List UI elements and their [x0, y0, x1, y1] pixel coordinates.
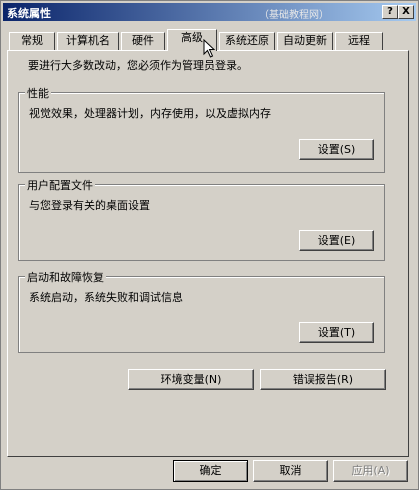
tab-automatic-updates[interactable]: 自动更新	[277, 32, 333, 50]
tab-computer-name[interactable]: 计算机名	[57, 32, 119, 50]
help-button[interactable]: ?	[382, 5, 398, 19]
error-reporting-button[interactable]: 错误报告(R)	[260, 369, 386, 390]
performance-settings-button[interactable]: 设置(S)	[299, 139, 374, 160]
tab-hardware[interactable]: 硬件	[121, 32, 165, 50]
mouse-cursor-icon	[203, 39, 216, 58]
apply-button[interactable]: 应用(A)	[333, 460, 408, 482]
system-properties-window: 系统属性 （基础教程网） ? X 常规 计算机名 硬件 高级 系统还原 自动更新…	[0, 0, 419, 490]
watermark-text: （基础教程网）	[259, 10, 329, 21]
title-bar[interactable]: 系统属性 （基础教程网） ? X	[3, 3, 416, 21]
window-title: 系统属性	[7, 7, 51, 20]
user-profiles-description: 与您登录有关的桌面设置	[29, 199, 150, 212]
performance-description: 视觉效果，处理器计划，内存使用，以及虚拟内存	[29, 107, 271, 120]
cancel-button[interactable]: 取消	[253, 460, 328, 482]
performance-legend: 性能	[25, 85, 51, 101]
startup-recovery-description: 系统启动，系统失败和调试信息	[29, 291, 183, 304]
tab-remote[interactable]: 远程	[335, 32, 383, 50]
ok-button[interactable]: 确定	[173, 460, 248, 482]
user-profiles-settings-button[interactable]: 设置(E)	[299, 230, 374, 251]
close-button[interactable]: X	[398, 5, 414, 19]
performance-group: 性能 视觉效果，处理器计划，内存使用，以及虚拟内存 设置(S)	[18, 85, 385, 173]
admin-note: 要进行大多数改动，您必须作为管理员登录。	[28, 59, 248, 72]
tab-system-restore[interactable]: 系统还原	[219, 32, 275, 50]
user-profiles-group: 用户配置文件 与您登录有关的桌面设置 设置(E)	[18, 177, 385, 261]
user-profiles-legend: 用户配置文件	[25, 177, 95, 193]
startup-recovery-legend: 启动和故障恢复	[25, 269, 106, 285]
startup-recovery-settings-button[interactable]: 设置(T)	[299, 322, 374, 343]
advanced-tab-panel: 要进行大多数改动，您必须作为管理员登录。 性能 视觉效果，处理器计划，内存使用，…	[7, 50, 409, 457]
tab-general[interactable]: 常规	[9, 32, 55, 50]
environment-variables-button[interactable]: 环境变量(N)	[128, 369, 254, 390]
startup-recovery-group: 启动和故障恢复 系统启动，系统失败和调试信息 设置(T)	[18, 269, 385, 353]
